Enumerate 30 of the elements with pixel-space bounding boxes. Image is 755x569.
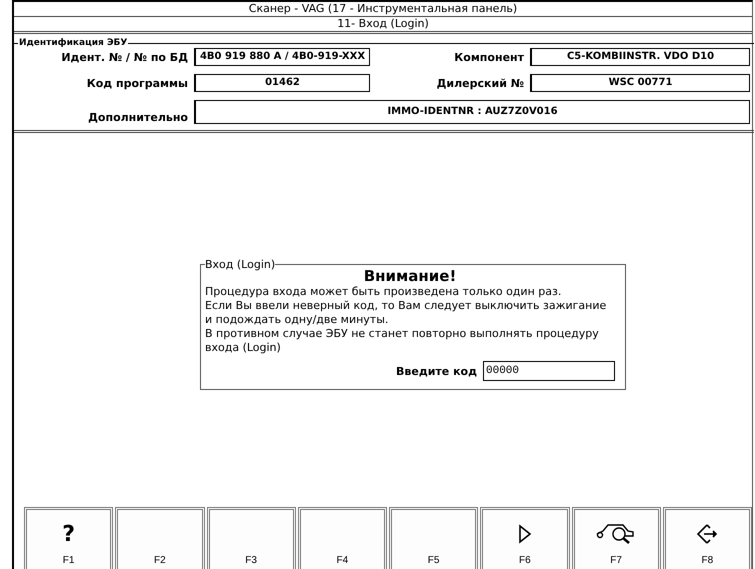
group-legend: Идентификация ЭБУ <box>18 38 128 48</box>
function-key[interactable]: F8 <box>662 507 752 569</box>
play-icon <box>518 524 532 544</box>
function-key[interactable]: F5 <box>389 507 478 569</box>
field-label: Идент. № / № по БД <box>60 50 188 64</box>
field-label: Код программы <box>86 76 188 90</box>
value-field: 4B0 919 880 A / 4B0-919-XXX <box>194 48 370 66</box>
dialog-legend: Вход (Login) <box>205 258 276 271</box>
function-key[interactable]: F7 <box>572 507 661 569</box>
function-key[interactable]: F6 <box>480 507 570 569</box>
value-field: IMMO-IDENTNR : AUZ7Z0V016 <box>194 100 750 124</box>
function-key[interactable]: F4 <box>298 507 387 569</box>
dialog-heading: Внимание! <box>362 267 458 285</box>
value-field: C5-KOMBIINSTR. VDO D10 <box>530 48 750 66</box>
message-text: В противном случае ЭБУ не станет повторно выполнять процедуру входа (Login) <box>205 327 600 355</box>
window-title: Сканер - VAG (17 - Инструментальная панель) <box>14 2 752 17</box>
value-field: WSC 00771 <box>530 74 750 92</box>
message-text: Процедура входа может быть произведена только один раз. <box>205 285 562 299</box>
function-key[interactable]: F2 <box>115 507 204 569</box>
function-key[interactable]: F3 <box>206 507 296 569</box>
exit-icon <box>696 523 718 545</box>
window-subtitle: 11- Вход (Login) <box>14 17 752 34</box>
field-label: Дилерский № <box>436 76 524 90</box>
field-label: Дополнительно <box>87 111 188 124</box>
message-text: Если Вы ввели неверный код, то Вам следует выключить зажигание и подождать одну/две минуты. <box>205 299 608 327</box>
value-field: 01462 <box>194 74 370 92</box>
field-label: Компонент <box>453 50 524 64</box>
code-label: Введите код <box>396 364 477 378</box>
code-input[interactable]: 00000 <box>483 361 615 381</box>
function-key[interactable]: ? F1 <box>24 507 114 569</box>
